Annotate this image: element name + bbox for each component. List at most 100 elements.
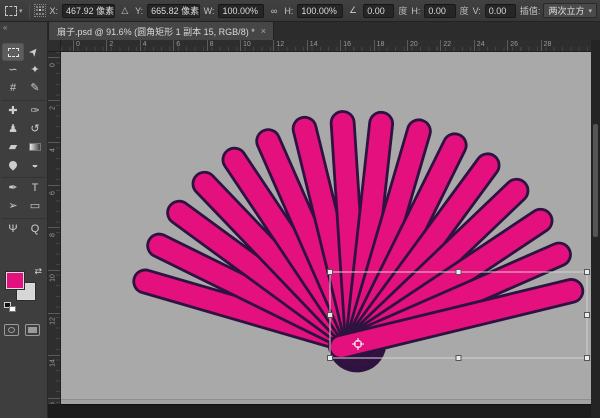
ruler-tick bbox=[48, 100, 61, 101]
ruler-tick bbox=[73, 40, 74, 52]
screen-mode-button[interactable] bbox=[25, 324, 40, 336]
tool-group-divider bbox=[2, 174, 46, 178]
transform-handle[interactable] bbox=[456, 356, 461, 361]
link-dimensions-icon[interactable]: ∞ bbox=[268, 4, 280, 18]
ruler-label: 16 bbox=[50, 399, 60, 404]
fan-artwork bbox=[61, 52, 591, 404]
hand-icon: Ψ bbox=[8, 224, 17, 235]
tool-grid: ➤ ∽ ✦ # ✎ ✚✑♟ ↺ ▰◒ ✒ T➢ ▭ ΨQ bbox=[2, 43, 46, 238]
transform-handle[interactable] bbox=[328, 356, 333, 361]
ruler-label: 0 bbox=[50, 59, 60, 72]
path-selection-tool[interactable]: ➢ bbox=[2, 197, 24, 215]
rotate-angle-icon: ∠ bbox=[347, 4, 359, 18]
window-bottom-strip bbox=[61, 404, 591, 418]
photoshop-window: ▾ X: 467.92 像素 △ Y: 665.82 像素 W: 100.00%… bbox=[0, 0, 600, 418]
ruler-label: 14 bbox=[310, 41, 318, 48]
foreground-color-swatch[interactable] bbox=[6, 272, 24, 289]
transform-handle[interactable] bbox=[328, 313, 333, 318]
transform-handle[interactable] bbox=[328, 270, 333, 275]
spot-healing-brush-tool[interactable]: ✚ bbox=[2, 102, 24, 120]
ruler-label: 6 bbox=[50, 186, 60, 199]
v-skew-field[interactable]: 0.00 bbox=[485, 4, 516, 18]
shape-tool[interactable]: ▭ bbox=[24, 197, 46, 215]
gradient-tool[interactable] bbox=[24, 138, 46, 156]
blur-icon bbox=[7, 159, 18, 170]
vertical-ruler-bottom-gap bbox=[48, 404, 61, 418]
ruler-label: 18 bbox=[377, 41, 385, 48]
x-position-field[interactable]: 467.92 像素 bbox=[62, 4, 115, 18]
eyedropper-tool[interactable]: ✎ bbox=[24, 79, 46, 97]
transform-handle[interactable] bbox=[585, 356, 590, 361]
width-scale-field[interactable]: 100.00% bbox=[218, 4, 263, 18]
lasso-tool[interactable]: ∽ bbox=[2, 61, 24, 79]
document-tab[interactable]: 扇子.psd @ 91.6% (圆角矩形 1 副本 15, RGB/8) * × bbox=[48, 22, 274, 40]
ruler-label: 24 bbox=[477, 41, 485, 48]
ruler-tick bbox=[307, 40, 308, 52]
tool-preset-picker[interactable]: ▾ bbox=[3, 5, 25, 17]
ruler-label: 26 bbox=[510, 41, 518, 48]
ruler-label: 28 bbox=[544, 41, 552, 48]
shape-icon: ▭ bbox=[30, 201, 40, 212]
zoom-tool[interactable]: Q bbox=[24, 220, 46, 238]
lasso-icon: ∽ bbox=[8, 65, 17, 76]
vertical-scrollbar[interactable] bbox=[593, 124, 598, 237]
move-icon: ➤ bbox=[28, 45, 42, 59]
crop-tool[interactable]: # bbox=[2, 79, 24, 97]
collapse-panel-icon[interactable]: « bbox=[3, 23, 7, 32]
chevron-down-icon: ▾ bbox=[19, 7, 23, 15]
history-brush-tool[interactable]: ↺ bbox=[24, 120, 46, 138]
ruler-tick bbox=[207, 40, 208, 52]
ruler-tick bbox=[340, 40, 341, 52]
eyedropper-icon: ✎ bbox=[30, 83, 39, 94]
reference-point-locator[interactable] bbox=[34, 4, 46, 17]
type-tool[interactable]: T bbox=[24, 179, 46, 197]
current-tool-icon bbox=[5, 6, 17, 16]
magic-wand-icon: ✦ bbox=[30, 65, 39, 76]
transform-handle[interactable] bbox=[585, 270, 590, 275]
mode-buttons bbox=[4, 324, 44, 336]
interpolation-label: 插值: bbox=[520, 4, 541, 17]
relative-position-delta-icon[interactable]: △ bbox=[119, 4, 131, 18]
ruler-label: 22 bbox=[443, 41, 451, 48]
ruler-label: 16 bbox=[343, 41, 351, 48]
y-position-field[interactable]: 665.82 像素 bbox=[147, 4, 200, 18]
dodge-tool[interactable]: ◒ bbox=[24, 156, 46, 174]
tools-panel-header[interactable]: « bbox=[0, 22, 48, 40]
horizontal-scrollbar[interactable] bbox=[61, 400, 591, 404]
transform-handle[interactable] bbox=[456, 270, 461, 275]
ruler-label: 8 bbox=[50, 229, 60, 242]
rectangular-marquee-tool[interactable] bbox=[2, 43, 24, 61]
ruler-tick bbox=[173, 40, 174, 52]
pen-icon: ✒ bbox=[8, 183, 17, 194]
close-icon[interactable]: × bbox=[261, 26, 266, 36]
ruler-label: 6 bbox=[176, 41, 180, 48]
h-skew-unit: 度 bbox=[460, 4, 469, 17]
blur-tool[interactable] bbox=[2, 156, 24, 174]
hand-tool[interactable]: Ψ bbox=[2, 220, 24, 238]
rectangular-marquee-icon bbox=[8, 48, 19, 57]
document-canvas[interactable] bbox=[61, 52, 591, 404]
move-tool[interactable]: ➤ bbox=[24, 43, 46, 61]
quick-mask-button[interactable] bbox=[4, 324, 19, 336]
magic-wand-tool[interactable]: ✦ bbox=[24, 61, 46, 79]
pen-tool[interactable]: ✒ bbox=[2, 179, 24, 197]
brush-tool[interactable]: ✑ bbox=[24, 102, 46, 120]
height-scale-field[interactable]: 100.00% bbox=[297, 4, 342, 18]
default-colors-icon[interactable] bbox=[4, 302, 16, 312]
eraser-tool[interactable]: ▰ bbox=[2, 138, 24, 156]
rotation-field[interactable]: 0.00 bbox=[363, 4, 394, 18]
vertical-ruler-column: 0246810121416 bbox=[48, 40, 61, 418]
history-brush-icon: ↺ bbox=[30, 124, 39, 135]
transform-handle[interactable] bbox=[585, 313, 590, 318]
ruler-tick bbox=[507, 40, 508, 52]
rotation-unit: 度 bbox=[398, 4, 407, 17]
swap-colors-icon[interactable]: ⇄ bbox=[34, 266, 42, 277]
ruler-tick bbox=[541, 40, 542, 52]
clone-stamp-tool[interactable]: ♟ bbox=[2, 120, 24, 138]
ruler-corner bbox=[48, 40, 61, 52]
ruler-label: 2 bbox=[50, 101, 60, 114]
vertical-ruler: 0246810121416 bbox=[48, 52, 61, 404]
y-label: Y: bbox=[135, 6, 143, 16]
interpolation-dropdown[interactable]: 两次立方 ▾ bbox=[543, 3, 597, 18]
h-skew-field[interactable]: 0.00 bbox=[424, 4, 455, 18]
